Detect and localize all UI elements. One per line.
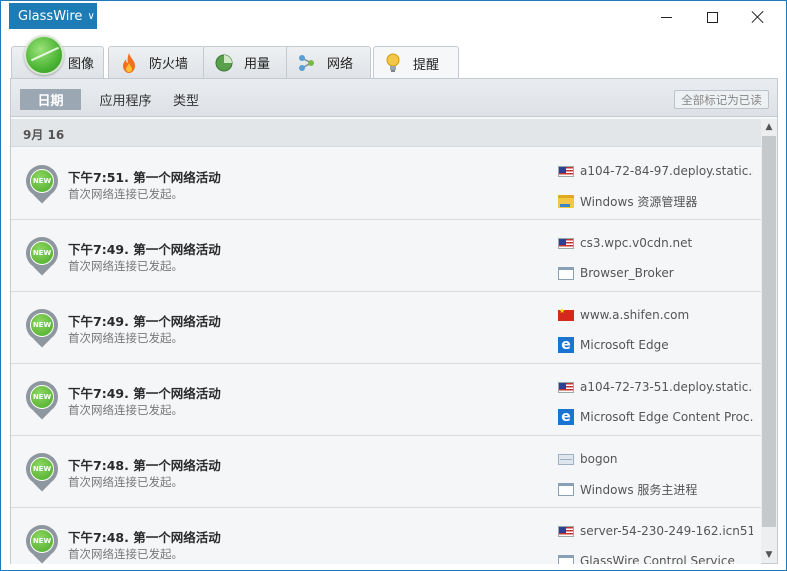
alert-subtitle: 首次网络连接已发起。 bbox=[68, 187, 183, 201]
minimize-icon bbox=[660, 16, 672, 18]
bulb-icon bbox=[382, 52, 404, 74]
folder-icon bbox=[558, 194, 574, 208]
filter-application[interactable]: 应用程序 bbox=[87, 89, 164, 110]
filter-type[interactable]: 类型 bbox=[156, 89, 216, 110]
alert-process-label: Windows 服务主进程 bbox=[580, 482, 698, 497]
alert-title: 下午7:51. 第一个网络活动 bbox=[68, 170, 221, 185]
window-icon bbox=[558, 482, 574, 496]
tab-network-label: 网络 bbox=[327, 57, 354, 72]
app-menu-label: GlassWire bbox=[18, 8, 83, 24]
new-badge-icon: NEW bbox=[26, 525, 58, 564]
alert-host-label: server-54-230-249-162.icn51.r... bbox=[580, 524, 753, 538]
tab-graph[interactable]: 图像 bbox=[11, 35, 104, 78]
alert-title: 下午7:48. 第一个网络活动 bbox=[68, 458, 221, 473]
flame-icon bbox=[118, 52, 140, 74]
filter-bar: 日期 应用程序 类型 全部标记为已读 bbox=[11, 79, 777, 117]
us-flag-icon bbox=[558, 165, 574, 177]
new-badge-icon: NEW bbox=[26, 309, 58, 348]
mark-all-read-button[interactable]: 全部标记为已读 bbox=[674, 90, 769, 109]
alert-process-label: Microsoft Edge bbox=[580, 338, 669, 352]
tab-alerts-label: 提醒 bbox=[413, 57, 440, 73]
filter-date[interactable]: 日期 bbox=[20, 89, 81, 110]
app-window: GlassWire ∨ 图像 防火墙 用量 网络 提醒 日期 应用程序 类型 全… bbox=[0, 0, 787, 571]
alert-process[interactable]: Windows 资源管理器 bbox=[558, 192, 753, 210]
alert-host[interactable]: bogon bbox=[558, 451, 753, 467]
alert-row[interactable]: NEW 下午7:49. 第一个网络活动 首次网络连接已发起。 a104-72-7… bbox=[11, 364, 761, 436]
cn-flag-icon bbox=[558, 307, 574, 321]
window-icon bbox=[558, 266, 574, 280]
tab-firewall-label: 防火墙 bbox=[149, 57, 189, 72]
alert-host[interactable]: www.a.shifen.com bbox=[558, 307, 753, 323]
new-badge-icon: NEW bbox=[26, 381, 58, 420]
alert-host[interactable]: a104-72-84-97.deploy.static.a... bbox=[558, 163, 753, 179]
us-flag-icon bbox=[558, 381, 574, 393]
tab-usage-label: 用量 bbox=[244, 57, 271, 72]
alert-process[interactable]: e Microsoft Edge bbox=[558, 336, 753, 354]
alert-row[interactable]: NEW 下午7:48. 第一个网络活动 首次网络连接已发起。 bogon Win… bbox=[11, 436, 761, 508]
tab-firewall[interactable]: 防火墙 bbox=[108, 46, 206, 78]
alert-process-label: Microsoft Edge Content Proc... bbox=[580, 410, 753, 424]
date-group-header: 9月 16 bbox=[11, 119, 761, 147]
maximize-icon bbox=[706, 11, 718, 23]
edge-icon: e bbox=[558, 409, 574, 425]
vertical-scrollbar[interactable]: ▲ ▼ bbox=[761, 119, 777, 563]
alert-title: 下午7:49. 第一个网络活动 bbox=[68, 242, 221, 257]
edge-icon: e bbox=[558, 337, 574, 353]
alert-process-label: Windows 资源管理器 bbox=[580, 194, 698, 209]
close-button[interactable] bbox=[735, 1, 781, 33]
close-icon bbox=[751, 10, 765, 24]
alert-subtitle: 首次网络连接已发起。 bbox=[68, 547, 183, 561]
alert-subtitle: 首次网络连接已发起。 bbox=[68, 475, 183, 489]
bogon-icon bbox=[558, 453, 574, 465]
alert-row[interactable]: NEW 下午7:49. 第一个网络活动 首次网络连接已发起。 www.a.shi… bbox=[11, 292, 761, 364]
title-bar: GlassWire ∨ bbox=[1, 1, 786, 33]
alert-row[interactable]: NEW 下午7:48. 第一个网络活动 首次网络连接已发起。 server-54… bbox=[11, 508, 761, 564]
app-menu-button[interactable]: GlassWire ∨ bbox=[9, 3, 97, 29]
alert-row[interactable]: NEW 下午7:49. 第一个网络活动 首次网络连接已发起。 cs3.wpc.v… bbox=[11, 220, 761, 292]
us-flag-icon bbox=[558, 525, 574, 537]
alert-subtitle: 首次网络连接已发起。 bbox=[68, 331, 183, 345]
alert-title: 下午7:49. 第一个网络活动 bbox=[68, 314, 221, 329]
window-icon bbox=[558, 554, 574, 564]
scrollbar-thumb[interactable] bbox=[762, 136, 776, 527]
alert-host[interactable]: a104-72-73-51.deploy.static.a... bbox=[558, 379, 753, 395]
network-icon bbox=[296, 52, 318, 74]
alerts-panel: 日期 应用程序 类型 全部标记为已读 9月 16 NEW 下午7:51. 第一个… bbox=[10, 78, 778, 564]
alert-host[interactable]: server-54-230-249-162.icn51.r... bbox=[558, 523, 753, 539]
alert-process[interactable]: Windows 服务主进程 bbox=[558, 480, 753, 498]
chevron-down-icon: ∨ bbox=[87, 10, 95, 22]
alert-row[interactable]: NEW 下午7:51. 第一个网络活动 首次网络连接已发起。 a104-72-8… bbox=[11, 148, 761, 220]
alert-title: 下午7:49. 第一个网络活动 bbox=[68, 386, 221, 401]
alert-process-label: Browser_Broker bbox=[580, 266, 674, 280]
alert-host-label: cs3.wpc.v0cdn.net bbox=[580, 236, 693, 250]
graph-logo-icon bbox=[24, 35, 64, 75]
alert-process[interactable]: Browser_Broker bbox=[558, 264, 753, 282]
us-flag-icon bbox=[558, 237, 574, 249]
tab-alerts[interactable]: 提醒 bbox=[373, 46, 459, 79]
tab-usage[interactable]: 用量 bbox=[203, 46, 291, 78]
scroll-up-icon[interactable]: ▲ bbox=[761, 119, 777, 135]
alert-host-label: www.a.shifen.com bbox=[580, 308, 690, 322]
alert-host[interactable]: cs3.wpc.v0cdn.net bbox=[558, 235, 753, 251]
alert-subtitle: 首次网络连接已发起。 bbox=[68, 403, 183, 417]
tab-graph-label: 图像 bbox=[68, 57, 95, 72]
new-badge-icon: NEW bbox=[26, 453, 58, 492]
new-badge-icon: NEW bbox=[26, 165, 58, 204]
scroll-down-icon[interactable]: ▼ bbox=[761, 547, 777, 563]
alert-host-label: bogon bbox=[580, 452, 618, 466]
alert-host-label: a104-72-84-97.deploy.static.a... bbox=[580, 164, 753, 178]
pie-icon bbox=[213, 52, 235, 74]
tab-network[interactable]: 网络 bbox=[286, 46, 371, 78]
alert-title: 下午7:48. 第一个网络活动 bbox=[68, 530, 221, 545]
alert-process[interactable]: e Microsoft Edge Content Proc... bbox=[558, 408, 753, 426]
alert-subtitle: 首次网络连接已发起。 bbox=[68, 259, 183, 273]
new-badge-icon: NEW bbox=[26, 237, 58, 276]
alert-process[interactable]: GlassWire Control Service bbox=[558, 552, 753, 564]
alert-host-label: a104-72-73-51.deploy.static.a... bbox=[580, 380, 753, 394]
minimize-button[interactable] bbox=[643, 1, 689, 33]
alert-process-label: GlassWire Control Service bbox=[580, 554, 735, 564]
alert-list: NEW 下午7:51. 第一个网络活动 首次网络连接已发起。 a104-72-8… bbox=[11, 148, 761, 564]
maximize-button[interactable] bbox=[689, 1, 735, 33]
